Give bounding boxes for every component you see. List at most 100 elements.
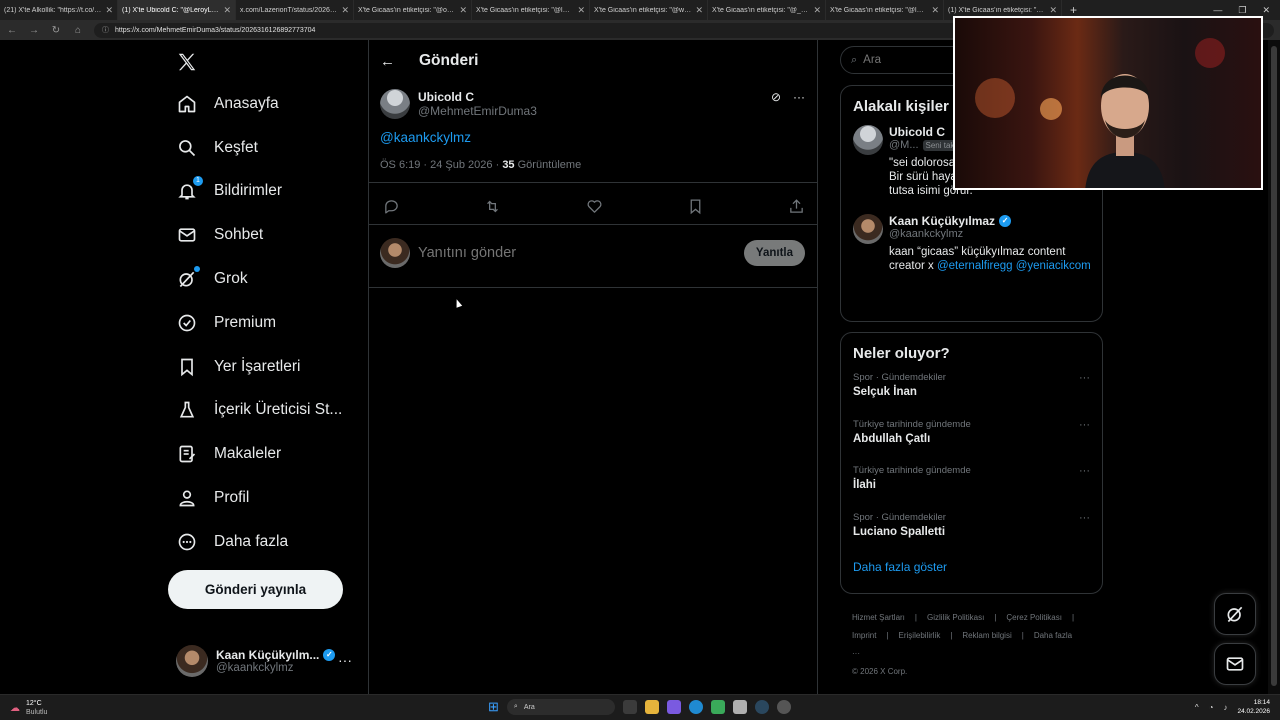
bookmark-action-icon[interactable] — [687, 198, 704, 215]
close-tab-icon[interactable]: ✕ — [695, 5, 703, 16]
related-user[interactable]: Kaan Küçükyılmaz ✓ @kaankckylmz kaan “gic… — [841, 210, 1102, 277]
grok-explain-icon[interactable]: ⊘ — [771, 90, 781, 104]
close-tab-icon[interactable]: ✕ — [105, 5, 113, 16]
forward-nav-icon[interactable]: → — [28, 25, 40, 36]
nav-item-profile[interactable]: Profil — [172, 476, 362, 520]
trend-item[interactable]: Türkiye tarihinde gündemde İlahi ··· — [841, 461, 1102, 508]
volume-icon[interactable]: ♪ — [1223, 703, 1227, 712]
wifi-icon[interactable]: ◔ — [1209, 703, 1214, 712]
bio-link[interactable]: @eternalfiregg — [937, 260, 1013, 272]
footer-link[interactable]: Çerez Politikası — [1006, 613, 1062, 622]
browser-tab[interactable]: x.com/LazerionT/status/20263163 ✕ — [236, 0, 354, 20]
author-name[interactable]: Ubicold C — [418, 90, 537, 104]
reply-icon[interactable] — [383, 198, 400, 215]
app-icon[interactable] — [710, 700, 725, 714]
app-icon[interactable] — [732, 700, 747, 714]
footer-link[interactable]: Reklam bilgisi — [962, 631, 1011, 640]
reply-button[interactable]: Yanıtla — [743, 240, 805, 266]
browser-tab[interactable]: X'te Gicaas'ın etiketçisi: "@_LucaTi ✕ — [708, 0, 826, 20]
task-view-icon[interactable] — [622, 700, 637, 714]
taskbar-search[interactable]: ⌕ Ara — [506, 699, 615, 715]
nav-item-notifications[interactable]: 1 Bildirimler — [172, 170, 362, 214]
trend-item[interactable]: Türkiye tarihinde gündemde Abdullah Çatl… — [841, 415, 1102, 462]
footer-link[interactable]: Erişilebilirlik — [899, 631, 941, 640]
show-more-link[interactable]: Daha fazla göster — [841, 554, 1102, 586]
site-info-icon[interactable]: ⓘ — [102, 25, 109, 35]
grok-fab[interactable] — [1214, 593, 1256, 635]
nav-item-explore[interactable]: Keşfet — [172, 126, 362, 170]
app-icon[interactable] — [666, 700, 681, 714]
tweet-more-icon[interactable]: ··· — [793, 90, 805, 104]
nav-item-grok[interactable]: Grok — [172, 257, 362, 301]
nav-item-creator-studio[interactable]: İçerik Üreticisi St... — [172, 389, 362, 433]
tweet-author[interactable]: Ubicold C @MehmetEmirDuma3 — [380, 88, 805, 120]
like-icon[interactable] — [586, 198, 603, 215]
browser-tab[interactable]: X'te Gicaas'ın etiketçisi: "@osimhe ✕ — [354, 0, 472, 20]
minimize-icon[interactable]: — — [1213, 5, 1222, 15]
maximize-icon[interactable]: ❐ — [1238, 5, 1246, 16]
footer-link[interactable]: Gizlilik Politikası — [927, 613, 984, 622]
back-arrow-icon[interactable]: ← — [380, 53, 395, 70]
footer-link[interactable]: Imprint — [852, 631, 876, 640]
weather-widget[interactable]: ☁ 12°C Bulutlu — [10, 699, 47, 717]
bio-link[interactable]: @yeniacikcom — [1013, 260, 1091, 272]
reply-composer: Yanıtla — [380, 235, 805, 271]
avatar[interactable] — [853, 214, 883, 244]
avatar[interactable] — [380, 89, 410, 119]
clock[interactable]: 18:14 24.02.2026 — [1237, 698, 1270, 716]
close-tab-icon[interactable]: ✕ — [577, 5, 585, 16]
browser-tab[interactable]: (21) X'te Alkollik: "https://t.co/Wh ✕ — [0, 0, 118, 20]
account-switcher[interactable]: Kaan Küçükyılm... ✓ @kaankckylmz ··· — [176, 644, 356, 678]
close-tab-icon[interactable]: ✕ — [223, 5, 231, 16]
scrollbar-thumb[interactable] — [1271, 46, 1277, 686]
x-logo-icon[interactable] — [176, 51, 198, 73]
primary-nav: Anasayfa Keşfet 1 Bildirimler Sohbet Gro… — [172, 82, 362, 564]
browser-tab[interactable]: X'te Gicaas'ın etiketçisi: "@lemanc ✕ — [826, 0, 944, 20]
trend-item[interactable]: Spor · Gündemdekiler Luciano Spalletti ·… — [841, 508, 1102, 555]
messages-fab[interactable] — [1214, 643, 1256, 685]
trend-more-icon[interactable]: ··· — [1079, 372, 1090, 384]
edge-icon[interactable] — [688, 700, 703, 714]
tray-chevron-icon[interactable]: ^ — [1195, 703, 1199, 712]
browser-tab[interactable]: X'te Gicaas'ın etiketçisi: "@lamela ✕ — [472, 0, 590, 20]
browser-tab[interactable]: X'te Gicaas'ın etiketçisi: "@winne ✕ — [590, 0, 708, 20]
footer-link[interactable]: Hizmet Şartları — [852, 613, 905, 622]
avatar[interactable] — [853, 125, 883, 155]
file-explorer-icon[interactable] — [644, 700, 659, 714]
close-tab-icon[interactable]: ✕ — [341, 5, 349, 16]
new-tab-button[interactable]: + — [1062, 3, 1085, 17]
home-nav-icon[interactable]: ⌂ — [72, 25, 84, 36]
tweet-text[interactable]: @kaankckylmz — [380, 130, 805, 145]
retweet-icon[interactable] — [484, 198, 501, 215]
close-tab-icon[interactable]: ✕ — [459, 5, 467, 16]
nav-item-articles[interactable]: Makaleler — [172, 432, 362, 476]
more-dots-icon[interactable]: ··· — [338, 652, 352, 668]
trend-more-icon[interactable]: ··· — [1079, 465, 1090, 477]
trend-more-icon[interactable]: ··· — [1079, 512, 1090, 524]
post-button[interactable]: Gönderi yayınla — [168, 570, 343, 609]
windows-start-icon[interactable]: ⊞ — [488, 699, 499, 715]
nav-item-premium[interactable]: Premium — [172, 301, 362, 345]
close-tab-icon[interactable]: ✕ — [1049, 5, 1057, 16]
close-tab-icon[interactable]: ✕ — [813, 5, 821, 16]
trend-item[interactable]: Spor · Gündemdekiler Selçuk İnan ··· — [841, 368, 1102, 415]
reload-icon[interactable]: ↻ — [50, 25, 62, 36]
nav-item-bookmarks[interactable]: Yer İşaretleri — [172, 345, 362, 389]
author-handle[interactable]: @MehmetEmirDuma3 — [418, 104, 537, 118]
close-tab-icon[interactable]: ✕ — [931, 5, 939, 16]
nav-item-more[interactable]: Daha fazla — [172, 520, 362, 564]
trend-more-icon[interactable]: ··· — [1079, 419, 1090, 431]
settings-icon[interactable] — [776, 700, 791, 714]
trend-category: Spor · Gündemdekiler — [853, 372, 946, 383]
reply-input[interactable] — [418, 245, 736, 261]
share-icon[interactable] — [788, 198, 805, 215]
back-nav-icon[interactable]: ← — [6, 25, 18, 36]
related-user-name[interactable]: Kaan Küçükyılmaz — [889, 214, 995, 228]
browser-tab-active[interactable]: (1) X'te Ubicold C: "@LeroyLegacy ✕ — [118, 0, 236, 20]
tab-label: X'te Gicaas'ın etiketçisi: "@_LucaTi — [712, 6, 809, 14]
nav-item-chat[interactable]: Sohbet — [172, 213, 362, 257]
close-window-icon[interactable]: ✕ — [1262, 5, 1270, 16]
nav-item-home[interactable]: Anasayfa — [172, 82, 362, 126]
tweet-time[interactable]: ÖS 6:19 · 24 Şub 2026 · — [380, 159, 502, 171]
steam-icon[interactable] — [754, 700, 769, 714]
